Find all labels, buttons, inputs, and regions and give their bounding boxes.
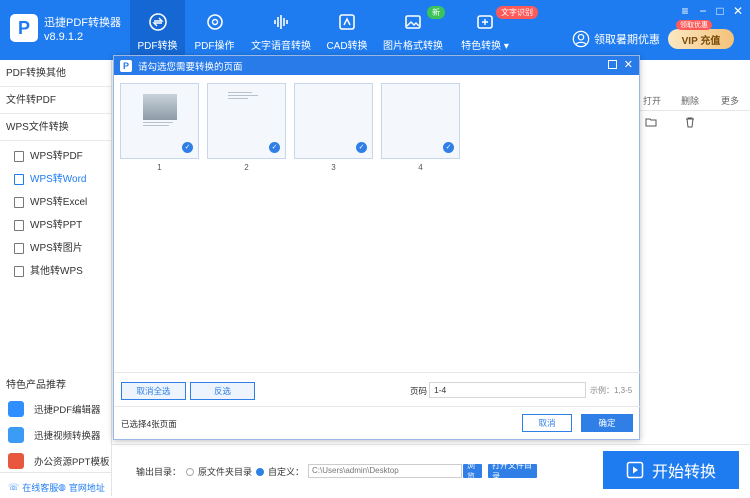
browse-button[interactable]: 浏览 xyxy=(463,461,482,481)
app-name: 迅捷PDF转换器 xyxy=(44,17,121,29)
cad-icon xyxy=(339,14,355,30)
dialog-header: P 请勾选您需要转换的页面 ✕ xyxy=(114,56,639,75)
page-select-dialog: P 请勾选您需要转换的页面 ✕ ✓ ✓ ✓ ✓ 1 2 3 4 取消全选 反选 … xyxy=(113,55,641,440)
trash-icon[interactable] xyxy=(684,116,696,128)
sidebar-item-wps-excel[interactable]: WPS转Excel xyxy=(0,191,111,214)
check-icon[interactable]: ✓ xyxy=(182,142,193,153)
vip-badge: 领取优惠 xyxy=(676,20,712,30)
sidebar-item-wps-pdf[interactable]: WPS转PDF xyxy=(0,145,111,168)
output-label: 输出目录： xyxy=(136,467,182,477)
radio-checked[interactable] xyxy=(256,467,264,476)
option-original-folder[interactable]: 原文件夹目录 xyxy=(186,465,252,478)
featured-title: 特色产品推荐 xyxy=(6,380,66,391)
file-icon xyxy=(14,151,24,162)
featured-pdf-editor[interactable]: 迅捷PDF编辑器 xyxy=(8,398,101,420)
open-header: 打开 xyxy=(643,96,662,106)
nav-text-speech[interactable]: 文字语音转换 xyxy=(248,0,314,60)
file-icon xyxy=(14,174,24,185)
nav-pdf-convert[interactable]: PDF转换 xyxy=(130,0,185,60)
vip-button[interactable]: VIP 充值 xyxy=(668,29,734,49)
page-thumbnail-3[interactable]: ✓ xyxy=(294,83,373,159)
headset-icon: ☏ xyxy=(8,481,20,492)
chevron-down-icon: ▾ xyxy=(503,41,509,52)
new-badge: 新 xyxy=(427,6,445,19)
sidebar-item-wps-word[interactable]: WPS转Word xyxy=(0,168,111,191)
app-title: 迅捷PDF转换器 v8.9.1.2 xyxy=(44,16,121,44)
deselect-all-button[interactable]: 取消全选 xyxy=(121,382,186,400)
confirm-button[interactable]: 确定 xyxy=(581,414,633,432)
start-convert-button[interactable]: 开始转换 xyxy=(603,451,739,489)
minimize-icon[interactable]: − xyxy=(696,4,710,18)
check-icon[interactable]: ✓ xyxy=(269,142,280,153)
sidebar-item-wps-image[interactable]: WPS转图片 xyxy=(0,237,111,260)
page-thumbnail-1[interactable]: ✓ xyxy=(120,83,199,159)
sidebar-item-other-wps[interactable]: 其他转WPS xyxy=(0,260,111,283)
ocr-badge: 文字识别 xyxy=(496,6,538,19)
file-icon xyxy=(14,266,24,277)
sidebar-category-pdf-other[interactable]: PDF转换其他 xyxy=(0,60,111,87)
page-range-example: 示例：1,3-5 xyxy=(590,386,633,395)
page-range-input[interactable]: 1-4 xyxy=(429,382,586,398)
file-icon xyxy=(14,220,24,231)
special-icon xyxy=(477,15,493,29)
official-site-link[interactable]: ◍ 官网地址 xyxy=(58,476,105,498)
maximize-icon[interactable]: □ xyxy=(713,4,727,18)
image-file-icon xyxy=(14,243,24,254)
app-version: v8.9.1.2 xyxy=(44,31,84,43)
video-converter-icon xyxy=(8,427,24,443)
cancel-button[interactable]: 取消 xyxy=(522,414,572,432)
ppt-template-icon xyxy=(8,453,24,469)
convert-icon xyxy=(148,13,167,31)
nav-cad-convert[interactable]: CAD转换 xyxy=(322,0,372,60)
online-service-link[interactable]: ☏ 在线客服 xyxy=(8,476,58,498)
pdf-editor-icon xyxy=(8,401,24,417)
page-thumbnail-4[interactable]: ✓ xyxy=(381,83,460,159)
nav-pdf-operate[interactable]: PDF操作 xyxy=(187,0,242,60)
promo-link[interactable]: 领取暑期优惠 xyxy=(572,30,660,48)
radio-unchecked[interactable] xyxy=(186,467,194,476)
page-number: 2 xyxy=(244,163,249,172)
menu-icon[interactable]: ≡ xyxy=(678,4,692,18)
dialog-maximize-icon[interactable] xyxy=(608,60,617,69)
user-icon xyxy=(572,30,590,48)
page-range-label: 页码 xyxy=(410,386,428,396)
open-folder-button[interactable]: 打开文件目录 xyxy=(488,461,537,481)
gear-icon xyxy=(206,14,223,30)
featured-video-converter[interactable]: 迅捷视频转换器 xyxy=(8,424,101,446)
page-thumbnail-2[interactable]: ✓ xyxy=(207,83,286,159)
sidebar-category-wps[interactable]: WPS文件转换 xyxy=(0,114,111,141)
invert-selection-button[interactable]: 反选 xyxy=(190,382,255,400)
sidebar: PDF转换其他 文件转PDF WPS文件转换 WPS转PDF WPS转Word … xyxy=(0,60,112,496)
more-header: 更多 xyxy=(721,96,740,106)
page-number: 3 xyxy=(331,163,336,172)
check-icon[interactable]: ✓ xyxy=(443,142,454,153)
sidebar-item-wps-ppt[interactable]: WPS转PPT xyxy=(0,214,111,237)
image-icon xyxy=(405,15,421,29)
option-custom-folder[interactable]: 自定义： xyxy=(256,465,304,478)
file-icon xyxy=(14,197,24,208)
play-icon xyxy=(626,461,644,479)
page-preview-image xyxy=(143,94,177,120)
globe-icon: ◍ xyxy=(58,481,66,492)
dialog-title: 请勾选您需要转换的页面 xyxy=(138,61,243,73)
dialog-logo: P xyxy=(120,59,132,72)
page-number: 1 xyxy=(157,163,162,172)
delete-header: 删除 xyxy=(681,96,700,106)
audio-wave-icon xyxy=(274,15,288,29)
page-number: 4 xyxy=(418,163,423,172)
sidebar-category-file-to-pdf[interactable]: 文件转PDF xyxy=(0,87,111,114)
folder-icon[interactable] xyxy=(645,116,657,128)
app-logo: P xyxy=(10,14,38,42)
featured-ppt-template[interactable]: 办公资源PPT模板 xyxy=(8,450,109,472)
file-list-actions: 打开 删除 更多 xyxy=(638,60,750,436)
dialog-close-icon[interactable]: ✕ xyxy=(624,58,633,71)
check-icon[interactable]: ✓ xyxy=(356,142,367,153)
selected-count: 已选择4张页面 xyxy=(121,419,177,429)
output-path-input[interactable]: C:\Users\admin\Desktop xyxy=(308,464,462,478)
top-bar: P 迅捷PDF转换器 v8.9.1.2 PDF转换 PDF操作 文字语音转换 C… xyxy=(0,0,750,60)
close-icon[interactable]: ✕ xyxy=(731,4,745,18)
